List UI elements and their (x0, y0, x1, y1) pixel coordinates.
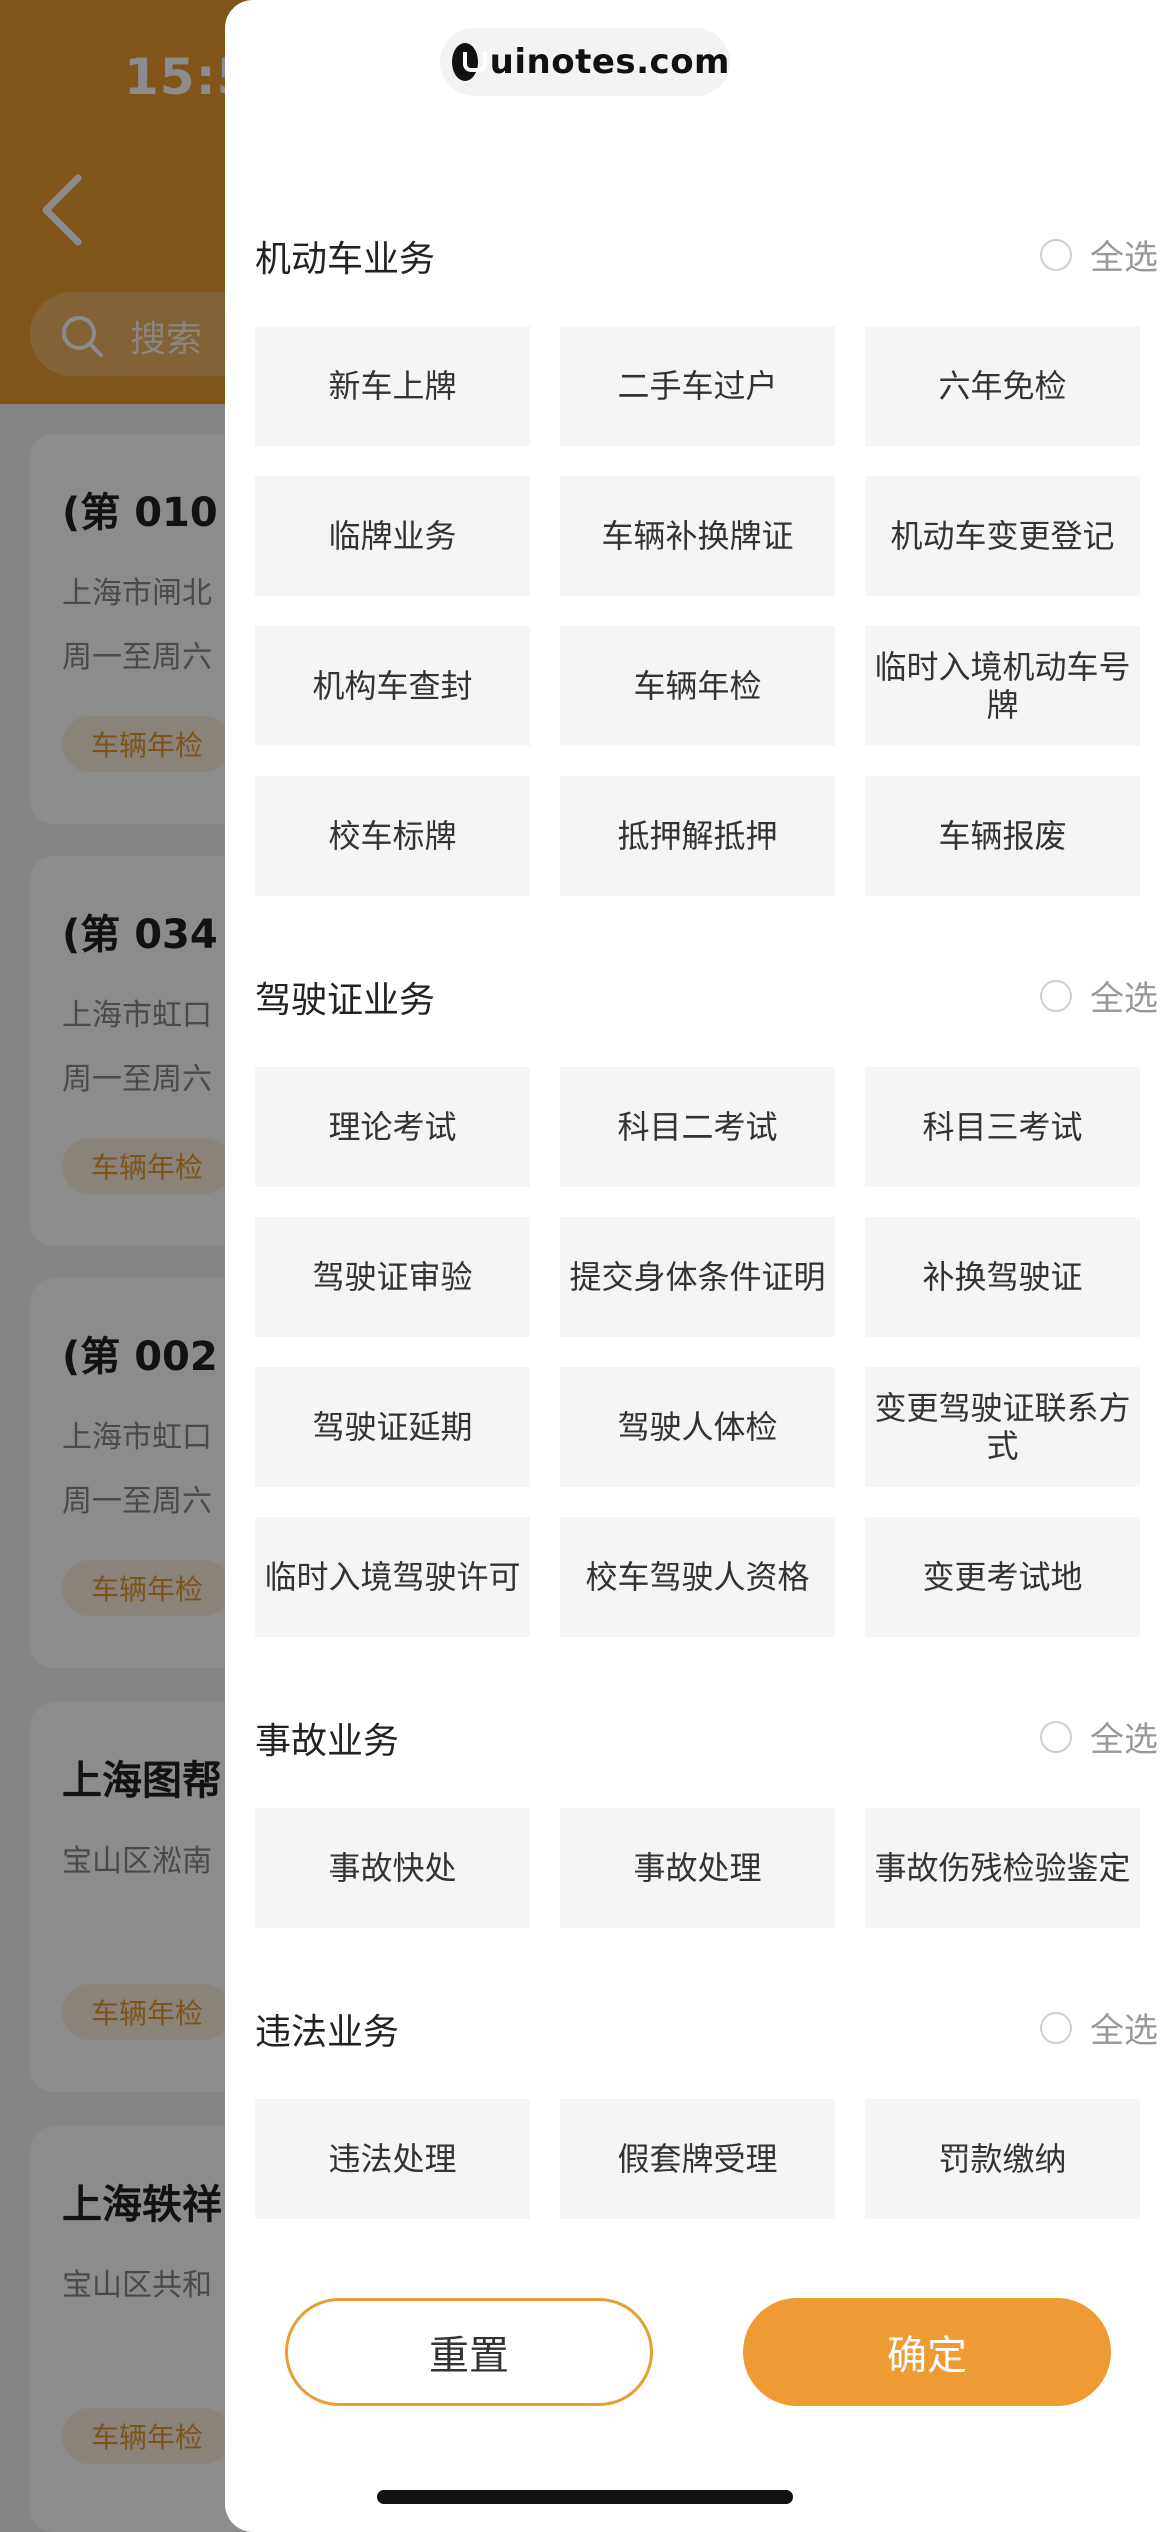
select-all-license[interactable]: 全选 (1040, 971, 1158, 1020)
option-chip[interactable]: 二手车过户 (560, 326, 835, 446)
violation-options: 违法处理 假套牌受理 罚款缴纳 (255, 2099, 1140, 2219)
option-chip[interactable]: 新车上牌 (255, 326, 530, 446)
url-text: uinotes.com (489, 42, 730, 82)
confirm-button[interactable]: 确定 (743, 2298, 1111, 2406)
option-chip[interactable]: 理论考试 (255, 1067, 530, 1187)
option-chip[interactable]: 罚款缴纳 (865, 2099, 1140, 2219)
option-chip[interactable]: 临时入境机动车号牌 (865, 626, 1140, 746)
select-all-label: 全选 (1090, 1720, 1158, 1760)
accident-options: 事故快处 事故处理 事故伤残检验鉴定 (255, 1808, 1140, 1928)
option-chip[interactable]: 变更驾驶证联系方式 (865, 1367, 1140, 1487)
option-chip[interactable]: 驾驶人体检 (560, 1367, 835, 1487)
select-all-accident[interactable]: 全选 (1040, 1712, 1158, 1761)
select-all-violation[interactable]: 全选 (1040, 2003, 1158, 2052)
option-chip[interactable]: 临时入境驾驶许可 (255, 1517, 530, 1637)
option-chip[interactable]: 校车标牌 (255, 776, 530, 896)
option-chip[interactable]: 车辆报废 (865, 776, 1140, 896)
option-chip[interactable]: 提交身体条件证明 (560, 1217, 835, 1337)
option-chip[interactable]: 校车驾驶人资格 (560, 1517, 835, 1637)
uinotes-logo-icon (452, 43, 487, 81)
option-chip[interactable]: 事故快处 (255, 1808, 530, 1928)
option-chip[interactable]: 科目三考试 (865, 1067, 1140, 1187)
option-chip[interactable]: 车辆补换牌证 (560, 476, 835, 596)
option-chip[interactable]: 临牌业务 (255, 476, 530, 596)
license-options: 理论考试 科目二考试 科目三考试 驾驶证审验 提交身体条件证明 补换驾驶证 驾驶… (255, 1067, 1140, 1637)
vehicle-options: 新车上牌 二手车过户 六年免检 临牌业务 车辆补换牌证 机动车变更登记 机构车查… (255, 326, 1140, 896)
option-chip[interactable]: 驾驶证延期 (255, 1367, 530, 1487)
select-all-label: 全选 (1090, 2011, 1158, 2051)
select-all-vehicle[interactable]: 全选 (1040, 230, 1158, 279)
option-chip[interactable]: 事故处理 (560, 1808, 835, 1928)
section-title-license: 驾驶证业务 (255, 980, 436, 1021)
option-chip[interactable]: 机构车查封 (255, 626, 530, 746)
section-title-accident: 事故业务 (255, 1721, 400, 1762)
option-chip[interactable]: 驾驶证审验 (255, 1217, 530, 1337)
select-all-label: 全选 (1090, 979, 1158, 1019)
url-pill: uinotes.com (440, 28, 730, 96)
option-chip[interactable]: 变更考试地 (865, 1517, 1140, 1637)
home-indicator (377, 2490, 793, 2504)
option-chip[interactable]: 六年免检 (865, 326, 1140, 446)
option-chip[interactable]: 补换驾驶证 (865, 1217, 1140, 1337)
section-title-violation: 违法业务 (255, 2012, 400, 2053)
option-chip[interactable]: 科目二考试 (560, 1067, 835, 1187)
radio-icon[interactable] (1040, 2011, 1072, 2044)
filter-drawer: uinotes.com 机动车业务 全选 新车上牌 二手车过户 六年免检 临牌业… (225, 0, 1170, 2532)
option-chip[interactable]: 违法处理 (255, 2099, 530, 2219)
radio-icon[interactable] (1040, 1720, 1072, 1753)
option-chip[interactable]: 机动车变更登记 (865, 476, 1140, 596)
radio-icon[interactable] (1040, 979, 1072, 1012)
option-chip[interactable]: 抵押解抵押 (560, 776, 835, 896)
select-all-label: 全选 (1090, 238, 1158, 278)
reset-button[interactable]: 重置 (285, 2298, 653, 2406)
radio-icon[interactable] (1040, 238, 1072, 271)
option-chip[interactable]: 车辆年检 (560, 626, 835, 746)
section-title-vehicle: 机动车业务 (255, 239, 436, 280)
option-chip[interactable]: 假套牌受理 (560, 2099, 835, 2219)
option-chip[interactable]: 事故伤残检验鉴定 (865, 1808, 1140, 1928)
